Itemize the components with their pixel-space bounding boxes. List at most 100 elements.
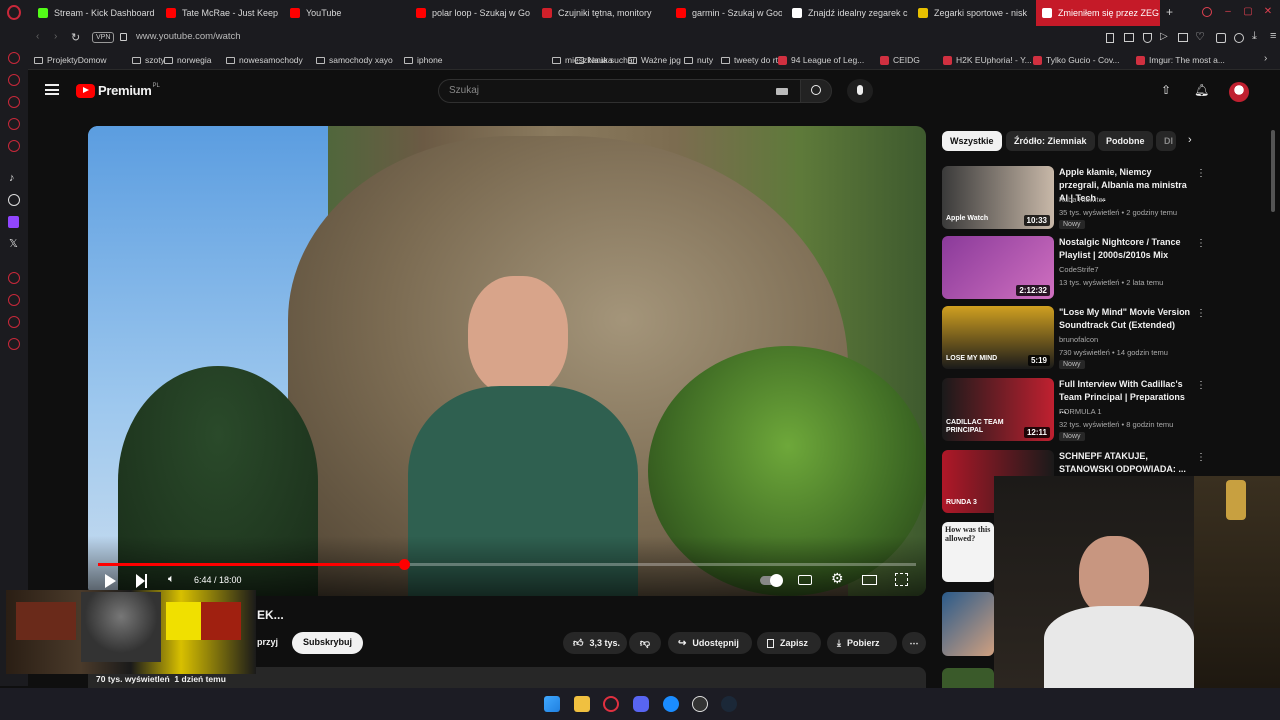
recommendation-card[interactable]: 2:12:32 Nostalgic Nightcore / Trance Play… [942,236,1206,302]
bookmark-item[interactable]: nowesamochody [226,50,303,70]
rec-thumb-7[interactable] [942,592,994,656]
browser-tab[interactable]: Zegarki sportowe - nisk [912,0,1034,26]
bookmark-item[interactable]: nuty [684,50,713,70]
recommendation-channel[interactable]: Kuba Klawiter [1059,195,1105,204]
bookmark-item[interactable]: 94 League of Leg... [778,50,864,70]
youtube-logo[interactable]: Premium PL [76,83,160,98]
bookmark-item[interactable]: Ważne jpg [628,50,681,70]
more-options-icon[interactable]: ⋮ [1196,452,1206,463]
bookmark-item[interactable]: H2K EUphoria! - Y... [943,50,1032,70]
recommendation-channel[interactable]: CodeStrife7 [1059,265,1099,274]
reload-icon[interactable]: ↻ [71,31,80,44]
more-actions-button[interactable]: ⋯ [902,632,926,654]
notifications-bell-icon[interactable]: 🔔︎ [1194,83,1209,97]
browser-tab[interactable]: polar loop - Szukaj w Go [410,0,532,26]
browser-tab[interactable]: Zmieniłem się przez ZEG [1036,0,1160,26]
guide-menu-icon[interactable] [45,84,59,95]
bookmark-item[interactable]: iphone [404,50,443,70]
discord-icon[interactable] [633,696,649,712]
recommendation-thumbnail[interactable]: CADILLAC TEAM PRINCIPAL 12:11 [942,378,1054,441]
bookmark-item[interactable]: Imgur: The most a... [1136,50,1225,70]
settings-gear-icon[interactable]: ⚙ [831,570,844,587]
shield-icon[interactable] [1143,33,1152,43]
avatar[interactable] [1229,82,1249,102]
download-button[interactable]: ⤓ Pobierz [827,632,897,654]
recommendation-card[interactable]: Apple Watch 10:33 Apple kłamie, Niemcy prz… [942,166,1206,232]
pinboard-icon[interactable] [8,316,20,328]
vpn-badge[interactable]: VPN [92,32,115,43]
settings-icon[interactable] [8,338,20,350]
extensions-icon[interactable] [1216,33,1226,43]
search-button[interactable] [800,79,832,103]
play-icon[interactable]: ▷ [1160,31,1168,42]
chip-all[interactable]: Wszystkie [942,131,1002,151]
upload-icon[interactable]: ⇧ [1161,83,1171,97]
join-button[interactable]: przyj [257,637,278,647]
windows-start-icon[interactable] [544,696,560,712]
recommendation-title[interactable]: "Lose My Mind" Movie Version Soundtrack … [1059,306,1194,332]
next-button[interactable] [136,574,148,588]
tiktok-icon[interactable]: ♪ [9,172,15,184]
recommendation-title[interactable]: SCHNEPF ATAKUJE, STANOWSKI ODPOWIADA: ..… [1059,450,1194,476]
chip-source[interactable]: Źródło: Ziemniak [1006,131,1095,151]
progress-scrubber[interactable] [398,559,410,570]
maximize-icon[interactable]: ▢ [1242,6,1254,18]
minimize-icon[interactable]: – [1222,6,1234,18]
heart-icon[interactable]: ♡ [1195,30,1205,43]
recommendation-card[interactable]: CADILLAC TEAM PRINCIPAL 12:11 Full Intervi… [942,378,1206,444]
aria-icon[interactable] [8,74,20,86]
chips-next-icon[interactable]: › [1188,134,1192,146]
x-icon[interactable]: 𝕏 [9,237,18,250]
browser-tab[interactable]: Tate McRae - Just Keep [160,0,280,26]
recommendation-thumbnail[interactable]: LOSE MY MIND 5:19 [942,306,1054,369]
subtitles-icon[interactable] [798,575,812,585]
recommendation-title[interactable]: Nostalgic Nightcore / Trance Playlist | … [1059,236,1194,262]
close-window-icon[interactable]: ✕ [1262,6,1274,18]
steam-icon[interactable] [721,696,737,712]
bookmark-item[interactable]: ProjektyDomow [34,50,107,70]
play-button[interactable] [105,574,116,588]
browser-tab[interactable]: Czujniki tętna, monitory [536,0,666,26]
voice-search-button[interactable] [847,79,873,103]
bookmark-item[interactable]: norwegia [164,50,212,70]
browser-tab[interactable]: YouTube [284,0,406,26]
search-tabs-icon[interactable] [1202,7,1212,17]
like-button[interactable]: 👍︎ 3,3 tys. [563,632,627,654]
keyboard-icon[interactable] [776,88,788,95]
twitch-icon[interactable] [8,216,19,228]
home-icon[interactable] [8,52,20,64]
browser-tab[interactable]: garmin - Szukaj w Googl [670,0,782,26]
recommendation-card[interactable]: LOSE MY MIND 5:19 "Lose My Mind" Movie Ver… [942,306,1206,372]
opera-logo-icon[interactable] [7,5,21,20]
menu-icon[interactable]: ≡ [1270,30,1276,42]
dislike-button[interactable]: 👎︎ [629,632,661,654]
download-icon[interactable]: ⤓ [1252,30,1257,43]
chip-related[interactable]: Podobne [1098,131,1153,151]
subscribe-button[interactable]: Subskrybuj [292,632,364,654]
bookmark-item[interactable]: samochody xayo [316,50,393,70]
browser-tab[interactable]: Znajdź idealny zegarek c [786,0,908,26]
chip-more[interactable]: Dl [1156,131,1176,151]
save-button[interactable]: Zapisz [757,632,821,654]
chatgpt-icon[interactable] [8,194,20,206]
new-tab-icon[interactable]: + [1166,5,1173,19]
obs-icon[interactable] [692,696,708,712]
theater-mode-icon[interactable] [862,575,877,585]
share-button[interactable]: ↪ Udostępnij [668,632,752,654]
account-icon[interactable] [1234,33,1244,43]
messenger-icon[interactable] [8,118,20,130]
recommendation-thumbnail[interactable]: 2:12:32 [942,236,1054,299]
recommendation-channel[interactable]: brunofalcon [1059,335,1098,344]
wallet-icon[interactable] [8,96,20,108]
more-options-icon[interactable]: ⋮ [1196,238,1206,249]
forward-icon[interactable]: › [54,31,57,42]
url-field[interactable]: www.youtube.com/watch [136,31,241,42]
camera-icon[interactable] [1124,33,1134,42]
rec-thumb-6[interactable]: How was this allowed? [942,522,994,582]
volume-icon[interactable]: 🔈︎ [168,573,175,586]
browser-tab[interactable]: Stream - Kick Dashboard [32,0,156,26]
recommendation-thumbnail[interactable]: Apple Watch 10:33 [942,166,1054,229]
bookmark-item[interactable]: CEIDG [880,50,920,70]
history-icon[interactable] [8,272,20,284]
autoplay-toggle[interactable] [760,574,783,587]
